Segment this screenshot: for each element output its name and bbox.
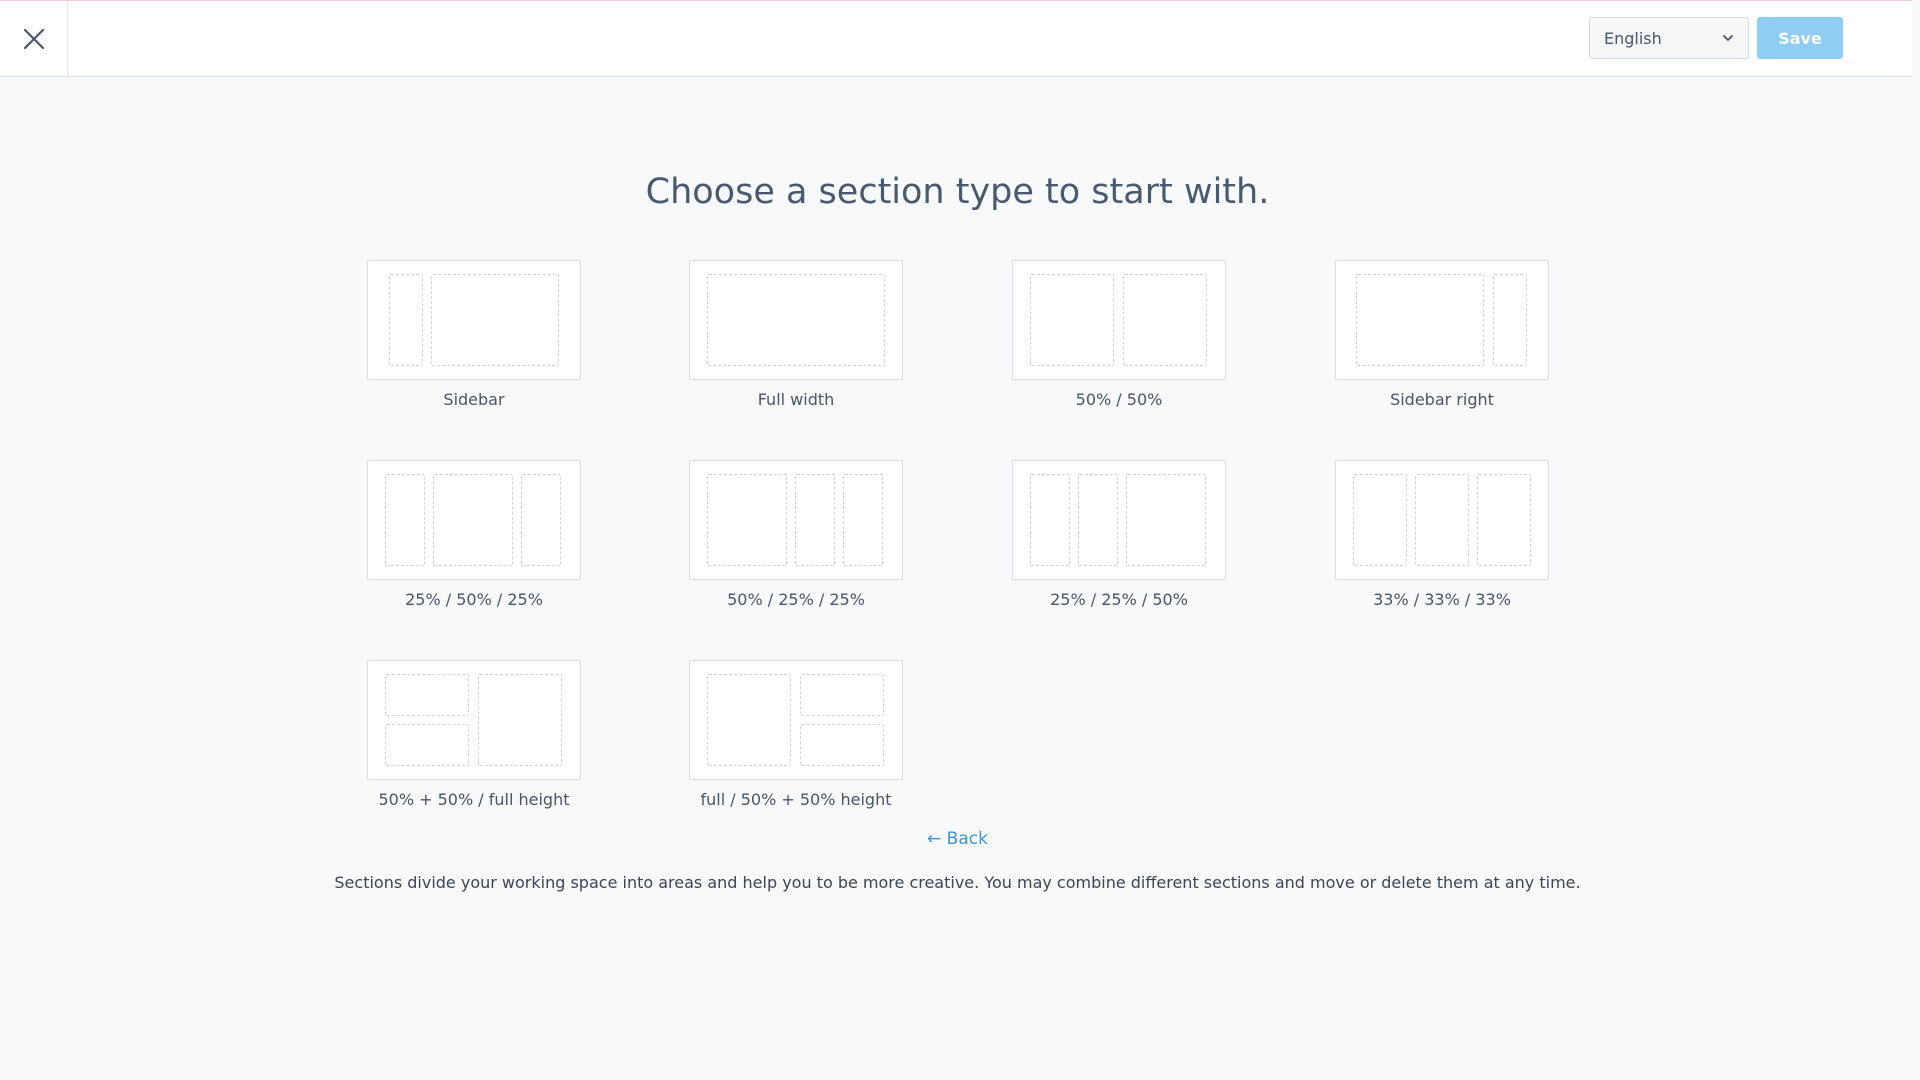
section-type-sidebar-right[interactable]: Sidebar right — [1335, 260, 1549, 409]
section-type-33-33-33[interactable]: 33% / 33% / 33% — [1335, 460, 1549, 609]
section-type-label: 25% / 50% / 25% — [405, 590, 543, 609]
section-type-label: full / 50% + 50% height — [700, 790, 892, 809]
section-preview — [367, 260, 581, 380]
section-type-label: 33% / 33% / 33% — [1373, 590, 1511, 609]
top-bar: English Save — [0, 0, 1912, 77]
section-type-50-50-full-height[interactable]: 50% + 50% / full height — [367, 660, 581, 809]
section-type-label: 50% / 50% — [1075, 390, 1163, 409]
language-select-value: English — [1604, 28, 1662, 48]
section-type-full-width[interactable]: Full width — [689, 260, 903, 409]
section-preview — [1335, 260, 1549, 380]
sections-description: Sections divide your working space into … — [334, 873, 1581, 892]
section-type-25-50-25[interactable]: 25% / 50% / 25% — [367, 460, 581, 609]
section-type-label: 50% / 25% / 25% — [727, 590, 865, 609]
section-preview — [367, 460, 581, 580]
section-type-full-50-50-height[interactable]: full / 50% + 50% height — [689, 660, 903, 809]
close-icon — [23, 28, 44, 50]
section-preview — [689, 460, 903, 580]
back-link-row: ← Back — [0, 829, 1915, 849]
section-preview — [1012, 460, 1226, 580]
back-link[interactable]: ← Back — [927, 829, 988, 849]
section-type-label: Sidebar — [443, 390, 505, 409]
section-preview — [1012, 260, 1226, 380]
section-preview — [1335, 460, 1549, 580]
save-button[interactable]: Save — [1757, 17, 1843, 59]
page-title: Choose a section type to start with. — [645, 172, 1270, 212]
close-button[interactable] — [0, 1, 68, 77]
section-type-label: 25% / 25% / 50% — [1050, 590, 1188, 609]
section-preview — [689, 260, 903, 380]
section-type-sidebar[interactable]: Sidebar — [367, 260, 581, 409]
section-type-label: Sidebar right — [1390, 390, 1494, 409]
section-type-label: Full width — [757, 390, 835, 409]
section-type-50-50[interactable]: 50% / 50% — [1012, 260, 1226, 409]
section-type-50-25-25[interactable]: 50% / 25% / 25% — [689, 460, 903, 609]
section-preview — [689, 660, 903, 780]
section-type-label: 50% + 50% / full height — [378, 790, 570, 809]
section-preview — [367, 660, 581, 780]
language-select[interactable]: English — [1589, 17, 1749, 59]
chevron-down-icon — [1723, 35, 1733, 41]
section-type-25-25-50[interactable]: 25% / 25% / 50% — [1012, 460, 1226, 609]
